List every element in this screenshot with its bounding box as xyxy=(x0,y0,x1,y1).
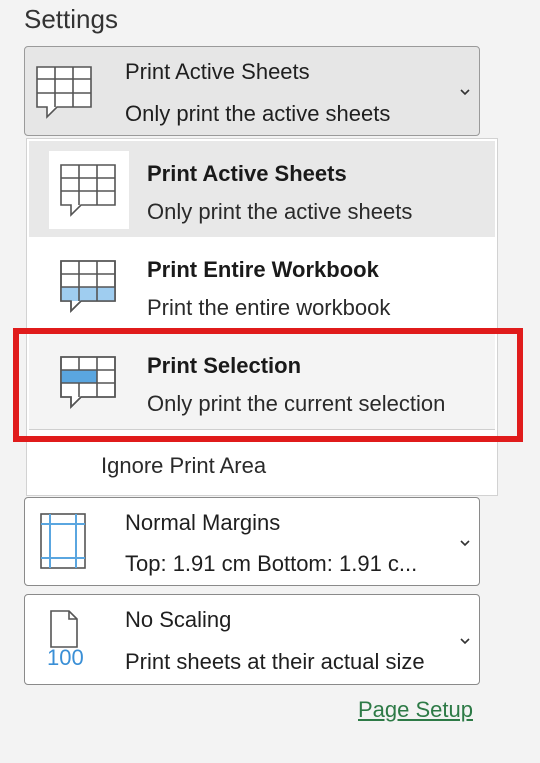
chevron-down-icon[interactable] xyxy=(459,536,471,554)
print-what-desc: Only print the active sheets xyxy=(125,101,391,126)
option-desc: Print the entire workbook xyxy=(147,295,391,320)
print-what-menu: Print Active Sheets Only print the activ… xyxy=(26,138,498,496)
active-sheets-icon xyxy=(49,151,129,229)
option-title: Print Entire Workbook xyxy=(147,257,379,282)
page-setup-link[interactable]: Page Setup xyxy=(358,697,473,723)
print-what-title: Print Active Sheets xyxy=(125,59,310,84)
chevron-down-icon[interactable] xyxy=(459,634,471,652)
sheet-grid-icon xyxy=(35,65,95,124)
menu-item-print-active-sheets[interactable]: Print Active Sheets Only print the activ… xyxy=(29,141,495,237)
margins-desc: Top: 1.91 cm Bottom: 1.91 c... xyxy=(125,551,418,576)
chevron-down-icon[interactable] xyxy=(459,85,471,103)
menu-item-print-entire-workbook[interactable]: Print Entire Workbook Print the entire w… xyxy=(29,237,495,333)
print-what-dropdown[interactable]: Print Active Sheets Only print the activ… xyxy=(24,46,480,136)
option-desc: Only print the active sheets xyxy=(147,199,413,224)
highlight-annotation xyxy=(13,328,523,442)
scaling-dropdown[interactable]: 100 No Scaling Print sheets at their act… xyxy=(24,594,480,685)
scaling-desc: Print sheets at their actual size xyxy=(125,649,425,674)
settings-heading: Settings xyxy=(24,4,118,34)
ignore-print-area-option[interactable]: Ignore Print Area xyxy=(101,453,266,479)
margins-icon xyxy=(39,512,87,575)
option-title: Print Active Sheets xyxy=(147,161,347,186)
margins-dropdown[interactable]: Normal Margins Top: 1.91 cm Bottom: 1.91… xyxy=(24,497,480,586)
entire-workbook-icon xyxy=(49,247,129,325)
scale-percent-label: 100 xyxy=(47,645,84,670)
scaling-title: No Scaling xyxy=(125,607,232,632)
margins-title: Normal Margins xyxy=(125,510,281,535)
